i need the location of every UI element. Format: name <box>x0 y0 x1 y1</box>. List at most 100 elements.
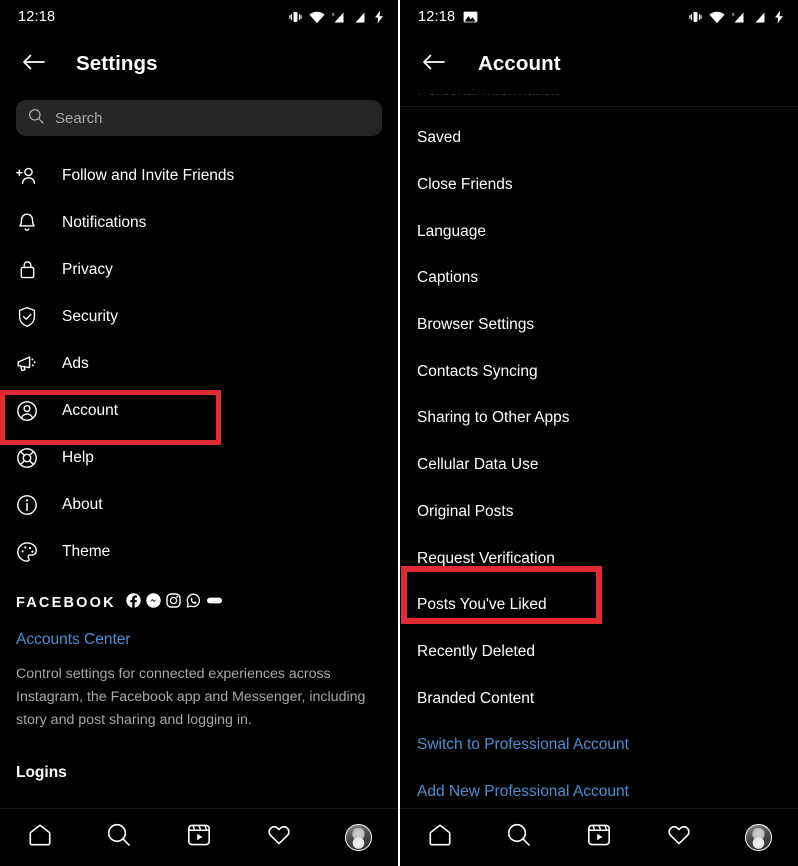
app-screen: 12:18 x <box>0 0 798 866</box>
search-container: Search <box>0 94 398 136</box>
portal-icon <box>206 593 223 613</box>
back-arrow-icon <box>21 52 45 77</box>
sidebar-item-notifications[interactable]: Notifications <box>0 199 398 246</box>
status-right-icons: x <box>289 10 384 24</box>
nav-activity[interactable] <box>654 816 704 860</box>
account-item-saved[interactable]: Saved <box>400 115 798 162</box>
sidebar-item-account[interactable]: Account <box>0 387 398 434</box>
account-item-switch-to-professional-account[interactable]: Switch to Professional Account <box>400 722 798 769</box>
heart-icon <box>666 822 692 853</box>
status-bar-left: 12:18 x <box>0 0 398 34</box>
settings-list: Follow and Invite Friends Notifications … <box>0 136 398 575</box>
back-button[interactable] <box>416 47 450 81</box>
list-item-label: Switch to Professional Account <box>417 736 629 754</box>
list-item-label: Recently Deleted <box>417 643 535 661</box>
facebook-section: FACEBOOK <box>0 575 398 732</box>
back-button[interactable] <box>16 47 50 81</box>
profile-avatar <box>345 824 372 851</box>
sidebar-item-follow-and-invite-friends[interactable]: Follow and Invite Friends <box>0 152 398 199</box>
settings-panel: 12:18 x <box>0 0 398 866</box>
account-item-original-posts[interactable]: Original Posts <box>400 489 798 536</box>
mobile-signal-icon: x <box>732 11 747 24</box>
home-icon <box>427 822 453 853</box>
nav-activity[interactable] <box>254 816 304 860</box>
account-item-posts-youve-liked[interactable]: Posts You've Liked <box>400 582 798 629</box>
logins-heading: Logins <box>0 732 398 782</box>
instagram-icon <box>166 593 181 613</box>
facebook-icon <box>126 593 141 613</box>
logins-clipped-item[interactable]: Add Account <box>0 782 398 801</box>
bottom-nav-right <box>400 808 798 866</box>
sidebar-item-label: Account <box>62 402 118 420</box>
list-item-label: Sharing to Other Apps <box>417 409 570 427</box>
bell-icon <box>16 212 38 234</box>
search-placeholder: Search <box>55 110 103 127</box>
scrolled-off-label: Personal Information <box>400 94 798 100</box>
scrolled-off-row[interactable]: Personal Information <box>400 94 798 106</box>
account-top-bar: Account <box>400 34 798 94</box>
charging-bolt-icon <box>374 10 384 24</box>
account-item-request-verification[interactable]: Request Verification <box>400 535 798 582</box>
sidebar-item-theme[interactable]: Theme <box>0 528 398 575</box>
sidebar-item-help[interactable]: Help <box>0 434 398 481</box>
list-item-label: Saved <box>417 129 461 147</box>
nav-reels[interactable] <box>174 816 224 860</box>
account-list: Saved Close Friends Language Captions Br… <box>400 107 798 815</box>
sidebar-item-about[interactable]: About <box>0 481 398 528</box>
nav-reels[interactable] <box>574 816 624 860</box>
status-right-icons: x <box>689 10 784 24</box>
account-item-language[interactable]: Language <box>400 208 798 255</box>
account-item-branded-content[interactable]: Branded Content <box>400 675 798 722</box>
settings-top-bar: Settings <box>0 34 398 94</box>
account-item-captions[interactable]: Captions <box>400 255 798 302</box>
mobile-signal-2-icon <box>354 11 367 24</box>
search-icon <box>28 108 44 129</box>
account-item-sharing-to-other-apps[interactable]: Sharing to Other Apps <box>400 395 798 442</box>
megaphone-icon <box>16 353 38 375</box>
messenger-icon <box>146 593 161 613</box>
heart-icon <box>266 822 292 853</box>
sidebar-item-ads[interactable]: Ads <box>0 340 398 387</box>
search-icon <box>106 822 132 853</box>
search-icon <box>506 822 532 853</box>
account-panel: 12:18 x <box>400 0 798 866</box>
palette-icon <box>16 541 38 563</box>
list-item-label: Contacts Syncing <box>417 363 538 381</box>
nav-search[interactable] <box>494 816 544 860</box>
search-input[interactable]: Search <box>16 100 382 136</box>
sidebar-item-label: Privacy <box>62 261 113 279</box>
nav-profile[interactable] <box>733 816 783 860</box>
facebook-wordmark: FACEBOOK <box>16 595 116 611</box>
list-item-label: Branded Content <box>417 690 534 708</box>
sidebar-item-security[interactable]: Security <box>0 293 398 340</box>
account-item-close-friends[interactable]: Close Friends <box>400 162 798 209</box>
svg-text:x: x <box>332 12 335 18</box>
sidebar-item-label: Security <box>62 308 118 326</box>
account-item-browser-settings[interactable]: Browser Settings <box>400 302 798 349</box>
nav-home[interactable] <box>415 816 465 860</box>
facebook-family-icons <box>126 593 223 613</box>
list-item-label: Close Friends <box>417 176 513 194</box>
account-item-recently-deleted[interactable]: Recently Deleted <box>400 629 798 676</box>
account-item-contacts-syncing[interactable]: Contacts Syncing <box>400 348 798 395</box>
lifebuoy-icon <box>16 447 38 469</box>
facebook-header: FACEBOOK <box>16 593 382 613</box>
list-item-label: Captions <box>417 269 478 287</box>
nav-home[interactable] <box>15 816 65 860</box>
list-item-label: Original Posts <box>417 503 513 521</box>
accounts-center-link[interactable]: Accounts Center <box>16 631 382 649</box>
sidebar-item-label: Help <box>62 449 94 467</box>
person-add-icon <box>16 165 38 187</box>
nav-profile[interactable] <box>333 816 383 860</box>
nav-search[interactable] <box>94 816 144 860</box>
vibrate-icon <box>289 10 302 24</box>
lock-icon <box>16 259 38 281</box>
account-item-cellular-data-use[interactable]: Cellular Data Use <box>400 442 798 489</box>
wifi-icon <box>309 11 325 24</box>
sidebar-item-privacy[interactable]: Privacy <box>0 246 398 293</box>
status-time: 12:18 <box>418 9 455 25</box>
status-bar-right: 12:18 x <box>400 0 798 34</box>
facebook-description: Control settings for connected experienc… <box>16 663 382 732</box>
screenshot-image-icon <box>463 10 478 24</box>
sidebar-item-label: Ads <box>62 355 89 373</box>
